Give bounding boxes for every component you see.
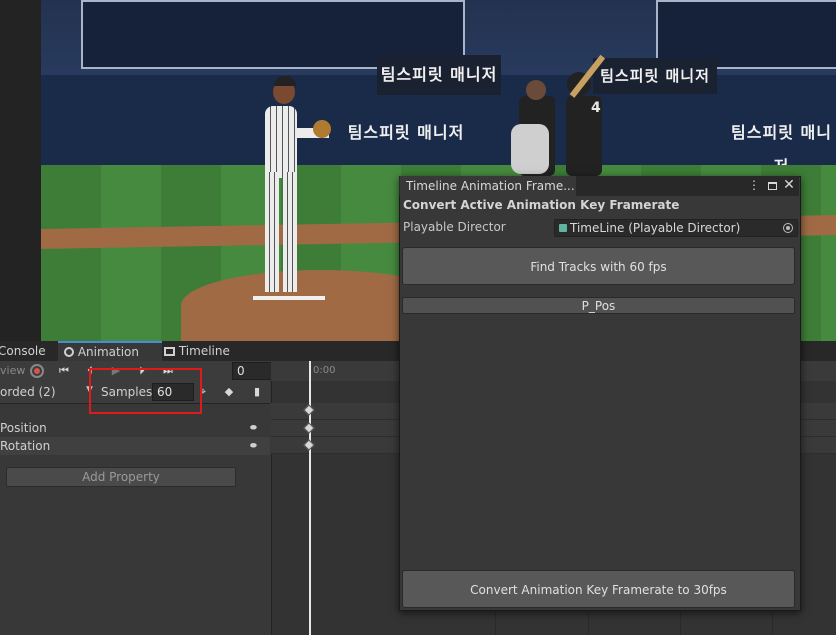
add-keyframe-icon: ◆ bbox=[224, 385, 234, 398]
skip-start-icon: ⏮ bbox=[59, 364, 69, 377]
playable-director-field[interactable]: TimeLine (Playable Director) bbox=[554, 219, 798, 237]
add-event-icon: ▮ bbox=[253, 385, 261, 398]
first-keyframe-button[interactable]: ⏮ bbox=[54, 362, 74, 380]
tab-animation[interactable]: Animation bbox=[58, 341, 162, 361]
find-tracks-button[interactable]: Find Tracks with 60 fps bbox=[402, 247, 795, 285]
frame-field[interactable]: 0 bbox=[232, 362, 272, 380]
add-keyframe-button[interactable]: ◆ bbox=[220, 383, 238, 401]
catcher bbox=[511, 124, 549, 174]
film-icon bbox=[164, 347, 175, 356]
scene-left-panel bbox=[0, 0, 41, 341]
more-options-icon[interactable]: ⋮ bbox=[747, 177, 761, 193]
framerate-window bbox=[399, 176, 801, 611]
object-picker-icon[interactable] bbox=[783, 223, 793, 233]
tab-console[interactable]: Console bbox=[0, 341, 52, 361]
tab-timeline[interactable]: Timeline bbox=[158, 341, 236, 361]
convert-framerate-button[interactable]: Convert Animation Key Framerate to 30fps bbox=[402, 570, 795, 608]
property-row-position[interactable]: Position ⬬ bbox=[0, 419, 270, 437]
preview-toggle[interactable]: view bbox=[0, 362, 25, 380]
property-menu-icon[interactable]: ⬬ bbox=[250, 437, 257, 455]
close-icon[interactable]: ✕ bbox=[782, 177, 796, 193]
add-property-button[interactable]: Add Property bbox=[6, 467, 236, 487]
banner-1: 팀스피릿 매니저 bbox=[377, 55, 501, 95]
add-event-button[interactable]: ▮ bbox=[248, 383, 266, 401]
time-ruler-label: 0:00 bbox=[313, 365, 336, 376]
maximize-icon[interactable] bbox=[765, 177, 779, 193]
playable-director-icon bbox=[559, 224, 567, 232]
window-subtitle: Convert Active Animation Key Framerate bbox=[403, 198, 680, 212]
property-menu-icon[interactable]: ⬬ bbox=[250, 419, 257, 437]
umpire-head bbox=[526, 80, 546, 100]
pitcher-glove bbox=[313, 120, 331, 138]
playhead[interactable] bbox=[309, 361, 311, 635]
batter-number: 4 bbox=[591, 100, 601, 116]
record-button[interactable] bbox=[30, 364, 44, 378]
window-tab[interactable]: Timeline Animation Frame... bbox=[400, 176, 576, 196]
pitching-rubber bbox=[253, 296, 325, 300]
banner-2: 팀스피릿 매니저 bbox=[593, 58, 717, 94]
record-icon bbox=[34, 368, 40, 374]
clock-icon bbox=[64, 347, 74, 357]
playable-director-label: Playable Director bbox=[403, 220, 506, 234]
highlight-box bbox=[89, 368, 202, 414]
pitcher-leg-left bbox=[265, 172, 279, 292]
track-item[interactable]: P_Pos bbox=[402, 297, 795, 314]
clip-selector[interactable]: orded (2) bbox=[0, 385, 56, 399]
banner-4: 팀스피릿 매니저 bbox=[731, 123, 832, 176]
property-row-rotation[interactable]: Rotation ⬬ bbox=[0, 437, 270, 455]
pitcher-leg-right bbox=[283, 172, 297, 292]
pitcher-body bbox=[265, 106, 297, 178]
banner-3: 팀스피릿 매니저 bbox=[347, 123, 465, 142]
